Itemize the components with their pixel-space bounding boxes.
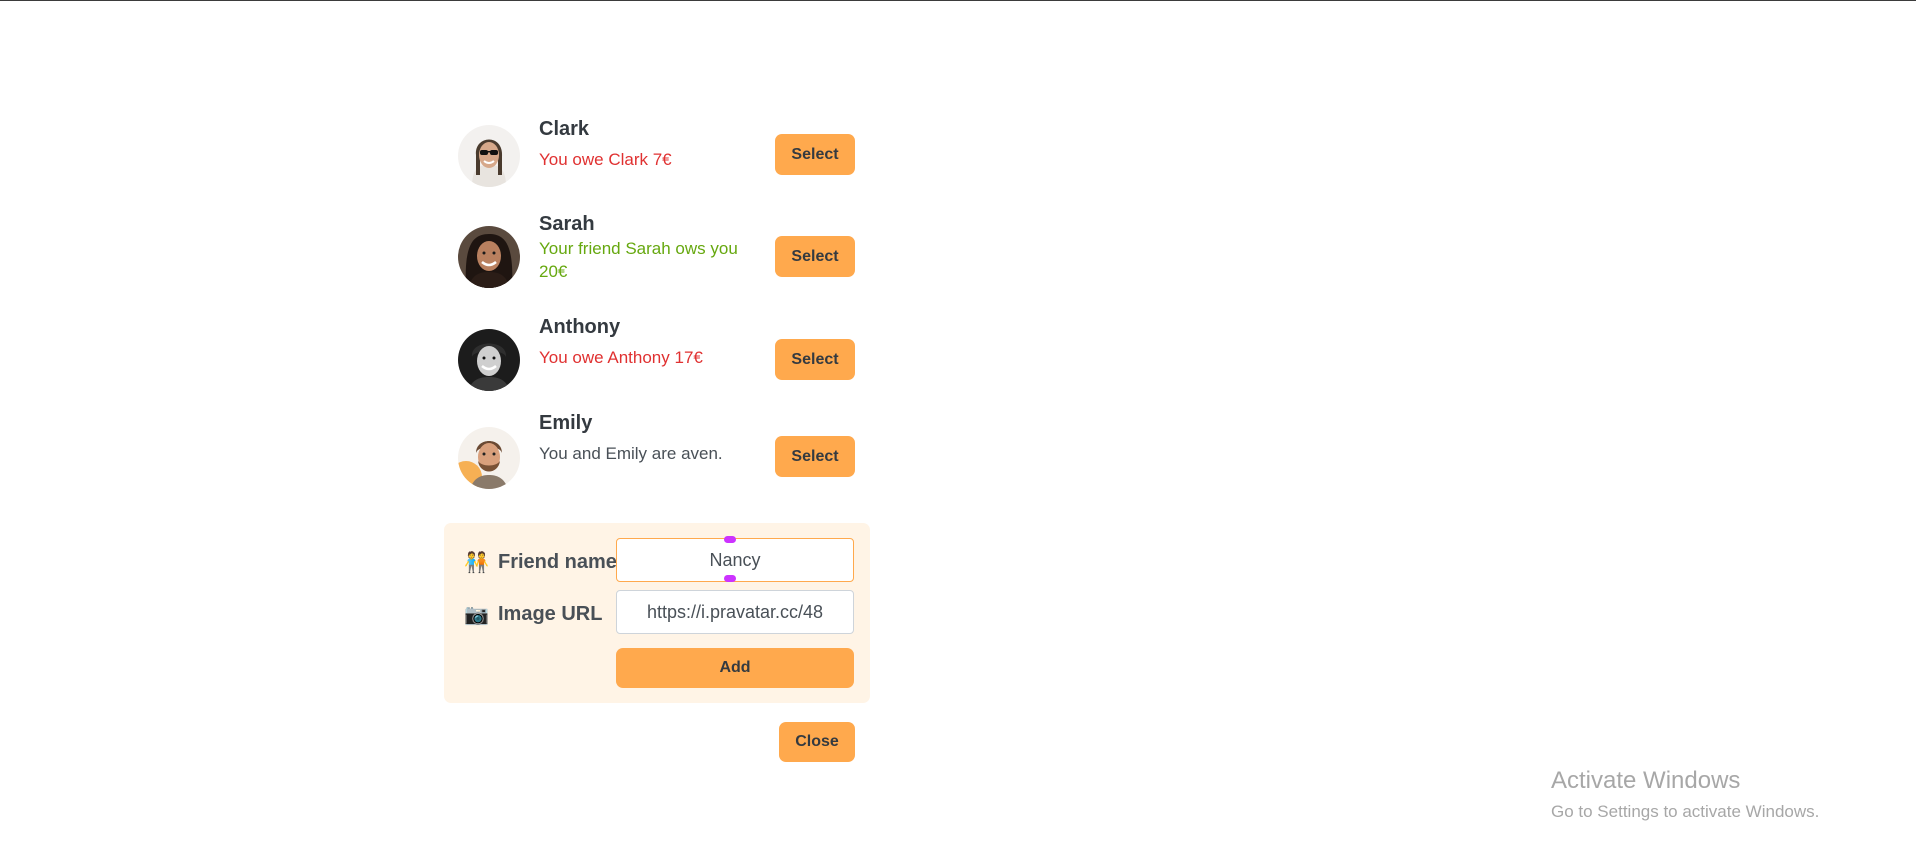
friend-name: Clark bbox=[539, 118, 590, 140]
activate-windows-watermark: Activate Windows Go to Settings to activ… bbox=[1551, 767, 1819, 822]
close-button[interactable]: Close bbox=[779, 722, 855, 762]
select-friend-button[interactable]: Select bbox=[775, 436, 855, 477]
image-url-input[interactable] bbox=[616, 590, 854, 634]
friend-name-label: 🧑‍🤝‍🧑 Friend name bbox=[464, 550, 617, 575]
friend-balance: You and Emily are aven. bbox=[539, 444, 723, 463]
select-friend-button[interactable]: Select bbox=[775, 134, 855, 175]
list-item-friend-anthony: Anthony You owe Anthony 17€ Select bbox=[458, 316, 856, 421]
friend-balance: Your friend Sarah ows you 20€ bbox=[539, 239, 738, 281]
avatar bbox=[458, 427, 520, 489]
select-friend-button[interactable]: Select bbox=[775, 236, 855, 277]
friend-name-label-text: Friend name bbox=[498, 551, 617, 573]
friends-list: Clark You owe Clark 7€ Select Sarah Your… bbox=[458, 118, 856, 522]
avatar bbox=[458, 226, 520, 288]
list-item-friend-clark: Clark You owe Clark 7€ Select bbox=[458, 118, 856, 219]
text-cursor-top-handle bbox=[724, 536, 736, 543]
add-friend-form: 🧑‍🤝‍🧑 Friend name 📷 Image URL Add bbox=[444, 523, 870, 703]
text-cursor-bottom-handle bbox=[724, 575, 736, 582]
image-url-label-text: Image URL bbox=[498, 603, 603, 625]
avatar bbox=[458, 329, 520, 391]
friend-name: Sarah bbox=[539, 213, 595, 235]
list-item-friend-sarah: Sarah Your friend Sarah ows you 20€ Sele… bbox=[458, 213, 856, 320]
people-icon: 🧑‍🤝‍🧑 bbox=[464, 552, 489, 574]
avatar bbox=[458, 125, 520, 187]
friend-balance: You owe Anthony 17€ bbox=[539, 348, 703, 367]
watermark-title: Activate Windows bbox=[1551, 767, 1741, 794]
friend-name: Emily bbox=[539, 412, 593, 434]
image-url-label: 📷 Image URL bbox=[464, 602, 602, 627]
camera-icon: 📷 bbox=[464, 604, 489, 626]
watermark-subtitle: Go to Settings to activate Windows. bbox=[1551, 802, 1820, 821]
top-border bbox=[0, 0, 1916, 1]
friend-name: Anthony bbox=[539, 316, 621, 338]
select-friend-button[interactable]: Select bbox=[775, 339, 855, 380]
list-item-friend-emily: Emily You and Emily are aven. Select bbox=[458, 412, 856, 522]
friend-balance: You owe Clark 7€ bbox=[539, 150, 672, 169]
add-friend-button[interactable]: Add bbox=[616, 648, 854, 688]
